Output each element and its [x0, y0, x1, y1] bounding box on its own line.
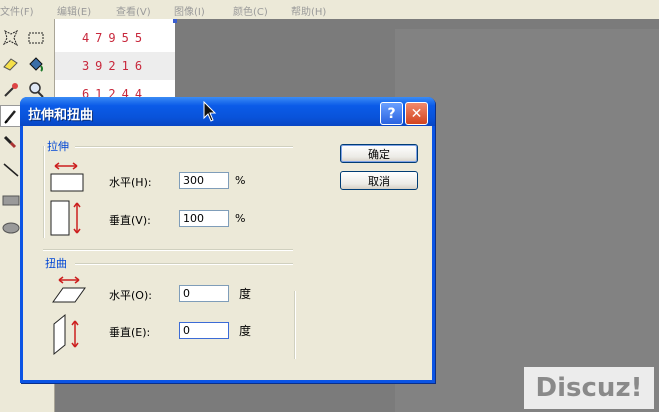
skew-vertical-unit: 度 — [239, 324, 252, 338]
image-canvas[interactable]: 47955 39216 61244 — [55, 19, 175, 109]
skew-horizontal-icon — [51, 274, 87, 311]
dialog-body: 拉伸 水平(H): 300 % 垂直(V): 100 % 扭曲 水平(O): 0… — [23, 126, 432, 380]
divider — [75, 146, 293, 148]
skew-horizontal-unit: 度 — [239, 287, 252, 301]
watermark: Discuz! — [524, 367, 654, 409]
stretch-horizontal-icon — [49, 160, 85, 199]
menu-colors[interactable]: 颜色(C) — [233, 3, 268, 18]
divider — [43, 146, 45, 238]
rectangle-icon[interactable] — [0, 189, 22, 211]
ok-button[interactable]: 确定 — [340, 144, 418, 163]
divider — [43, 249, 293, 251]
stretch-vertical-unit: % — [235, 212, 246, 225]
mouse-cursor-icon — [203, 100, 217, 123]
ellipse-icon[interactable] — [0, 217, 22, 239]
stretch-horizontal-input[interactable]: 300 — [179, 172, 229, 189]
stretch-group-label: 拉伸 — [47, 140, 69, 153]
menu-help[interactable]: 帮助(H) — [291, 3, 326, 18]
skew-horizontal-label: 水平(O): — [109, 289, 152, 302]
pencil-icon[interactable] — [0, 105, 22, 127]
skew-group-label: 扭曲 — [45, 257, 67, 270]
skew-vertical-icon — [51, 312, 87, 359]
skew-vertical-label: 垂直(E): — [109, 326, 151, 339]
line-icon[interactable] — [0, 159, 22, 181]
eyedropper-icon[interactable] — [0, 79, 22, 101]
menu-image[interactable]: 图像(I) — [174, 3, 205, 18]
close-button[interactable]: ✕ — [405, 102, 428, 125]
resize-handle[interactable] — [173, 19, 177, 23]
menu-edit[interactable]: 编辑(E) — [57, 3, 91, 18]
stretch-vertical-input[interactable]: 100 — [179, 210, 229, 227]
cancel-button[interactable]: 取消 — [340, 171, 418, 190]
stretch-skew-dialog: 拉伸和扭曲 ? ✕ 拉伸 水平(H): 300 % 垂直(V): 100 % 扭… — [20, 97, 435, 383]
canvas-digits-row: 39216 — [55, 52, 175, 80]
menu-file[interactable]: 文件(F) — [0, 3, 34, 18]
stretch-vertical-label: 垂直(V): — [109, 214, 151, 227]
dialog-titlebar[interactable]: 拉伸和扭曲 ? ✕ — [20, 97, 435, 126]
fill-icon[interactable] — [25, 53, 47, 75]
menu-bar: 文件(F) 编辑(E) 查看(V) 图像(I) 颜色(C) 帮助(H) — [0, 0, 659, 19]
free-select-icon[interactable] — [0, 27, 22, 49]
rect-select-icon[interactable] — [25, 27, 47, 49]
stretch-vertical-icon — [49, 198, 85, 241]
brush-icon[interactable] — [0, 131, 22, 153]
stretch-horizontal-unit: % — [235, 174, 246, 187]
divider — [294, 291, 296, 359]
skew-horizontal-input[interactable]: 0 — [179, 285, 229, 302]
help-button[interactable]: ? — [380, 102, 403, 125]
menu-view[interactable]: 查看(V) — [116, 3, 151, 18]
divider — [75, 263, 293, 265]
canvas-digits-row: 47955 — [81, 31, 149, 45]
dialog-title: 拉伸和扭曲 — [28, 108, 94, 123]
skew-vertical-input[interactable]: 0 — [179, 322, 229, 339]
stretch-horizontal-label: 水平(H): — [109, 176, 152, 189]
eraser-icon[interactable] — [0, 53, 22, 75]
